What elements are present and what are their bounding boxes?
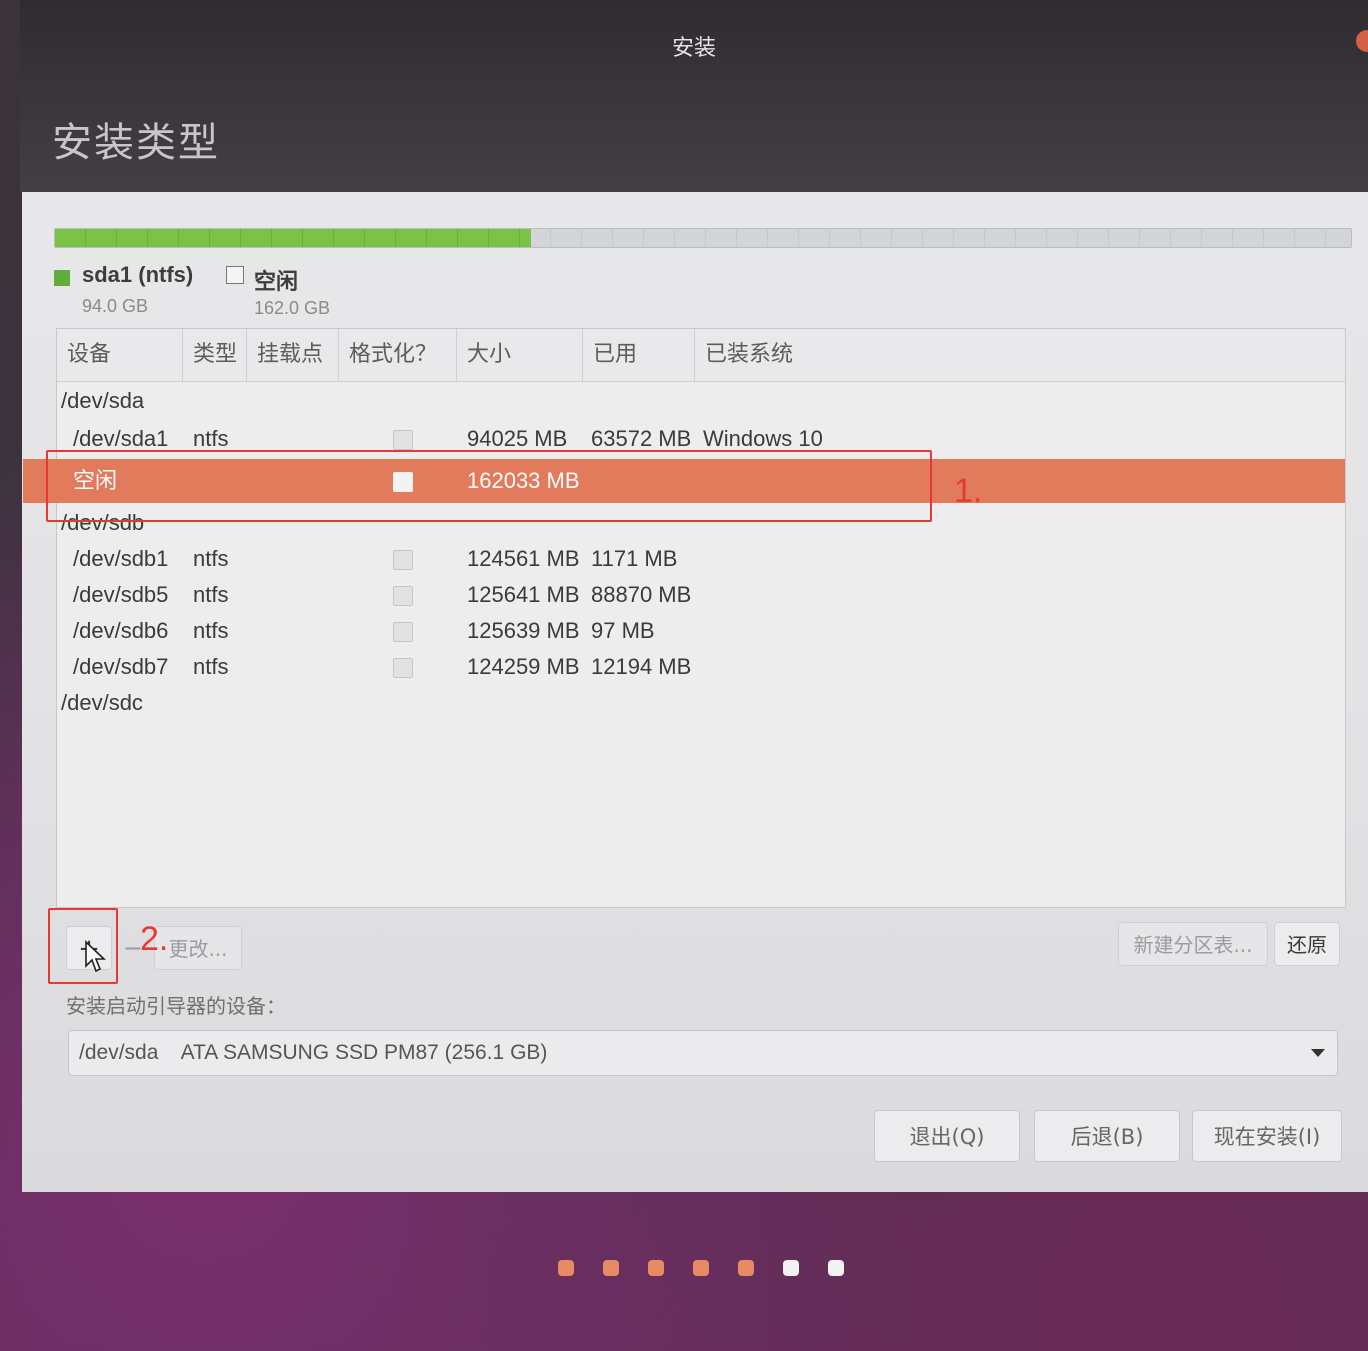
format-checkbox[interactable] (393, 586, 413, 606)
back-button[interactable]: 后退(B) (1034, 1110, 1180, 1162)
installer-panel: sda1 (ntfs) 94.0 GB 空闲 162.0 GB 设备 类型 挂载… (22, 192, 1368, 1192)
chevron-down-icon (1311, 1049, 1325, 1057)
progress-step-dot (603, 1260, 619, 1276)
progress-step-dot (783, 1260, 799, 1276)
column-header-device[interactable]: 设备 (57, 329, 183, 381)
partition-table: 设备 类型 挂载点 格式化？ 大小 已用 已装系统 /dev/sda/dev/s… (23, 328, 1346, 908)
table-row[interactable]: /dev/sdb6 ntfs 125639 MB 97 MB (57, 613, 1345, 649)
column-header-size[interactable]: 大小 (457, 329, 583, 381)
cell-type: ntfs (193, 546, 229, 571)
bootloader-selected-value: /dev/sda ATA SAMSUNG SSD PM87 (256.1 GB) (79, 1041, 548, 1064)
cell-size: 124259 MB (467, 654, 580, 679)
cell-used: 12194 MB (591, 654, 692, 679)
progress-step-dot (738, 1260, 754, 1276)
cell-used: 97 MB (591, 618, 655, 643)
disk-usage-bar (54, 228, 1352, 248)
progress-step-dot (828, 1260, 844, 1276)
cell-device: /dev/sdc (61, 690, 143, 715)
cell-used: 1171 MB (591, 546, 678, 571)
legend-size: 162.0 GB (254, 298, 331, 318)
cell-type: ntfs (193, 582, 229, 607)
legend-swatch-free (226, 266, 244, 284)
column-header-system[interactable]: 已装系统 (695, 329, 1345, 381)
page-title: 安装类型 (52, 120, 220, 166)
table-row[interactable]: /dev/sda (57, 383, 1345, 419)
window-header: 安装 安装类型 (20, 0, 1368, 192)
progress-step-dot (558, 1260, 574, 1276)
table-row[interactable]: /dev/sdc (57, 685, 1345, 721)
column-header-format[interactable]: 格式化？ (339, 329, 457, 381)
cell-device: /dev/sda (61, 388, 145, 413)
cell-device: /dev/sdb6 (73, 618, 169, 643)
table-row[interactable]: /dev/sdb1 ntfs 124561 MB 1171 MB (57, 541, 1345, 577)
cell-type: ntfs (193, 618, 229, 643)
bootloader-device-select[interactable]: /dev/sda ATA SAMSUNG SSD PM87 (256.1 GB) (68, 1030, 1338, 1076)
annotation-label-2: 2. (140, 920, 169, 958)
cell-size: 124561 MB (467, 546, 580, 571)
table-row[interactable]: /dev/sdb5 ntfs 125641 MB 88870 MB (57, 577, 1345, 613)
disk-usage-used (55, 229, 531, 247)
table-row[interactable]: /dev/sdb7 ntfs 124259 MB 12194 MB (57, 649, 1345, 685)
cell-type: ntfs (193, 654, 229, 679)
cell-device: /dev/sdb5 (73, 582, 169, 607)
format-checkbox[interactable] (393, 430, 413, 450)
annotation-label-1: 1. (954, 472, 983, 510)
cell-device: /dev/sdb1 (73, 546, 169, 571)
cell-used: 88870 MB (591, 582, 692, 607)
revert-button[interactable]: 还原 (1274, 922, 1340, 966)
table-header: 设备 类型 挂载点 格式化？ 大小 已用 已装系统 (57, 329, 1345, 382)
format-checkbox[interactable] (393, 622, 413, 642)
column-header-type[interactable]: 类型 (183, 329, 247, 381)
install-now-button[interactable]: 现在安装(I) (1192, 1110, 1342, 1162)
quit-button[interactable]: 退出(Q) (874, 1110, 1020, 1162)
cell-device: /dev/sdb7 (73, 654, 169, 679)
bootloader-label: 安装启动引导器的设备： (66, 994, 286, 1018)
column-header-used[interactable]: 已用 (583, 329, 695, 381)
format-checkbox[interactable] (393, 550, 413, 570)
cell-size: 125641 MB (467, 582, 580, 607)
format-checkbox[interactable] (393, 658, 413, 678)
legend-size: 94.0 GB (82, 296, 149, 316)
cell-size: 125639 MB (467, 618, 580, 643)
legend-label: sda1 (ntfs) (82, 262, 194, 287)
new-partition-table-button[interactable]: 新建分区表... (1118, 922, 1268, 966)
progress-step-dot (693, 1260, 709, 1276)
column-header-mount[interactable]: 挂载点 (247, 329, 339, 381)
legend-swatch-used (54, 270, 70, 286)
annotation-box-free-space (46, 450, 932, 522)
window-title: 安装 (671, 36, 716, 61)
legend-label: 空闲 (254, 269, 299, 294)
mouse-pointer-icon (85, 940, 107, 973)
progress-step-dot (648, 1260, 664, 1276)
